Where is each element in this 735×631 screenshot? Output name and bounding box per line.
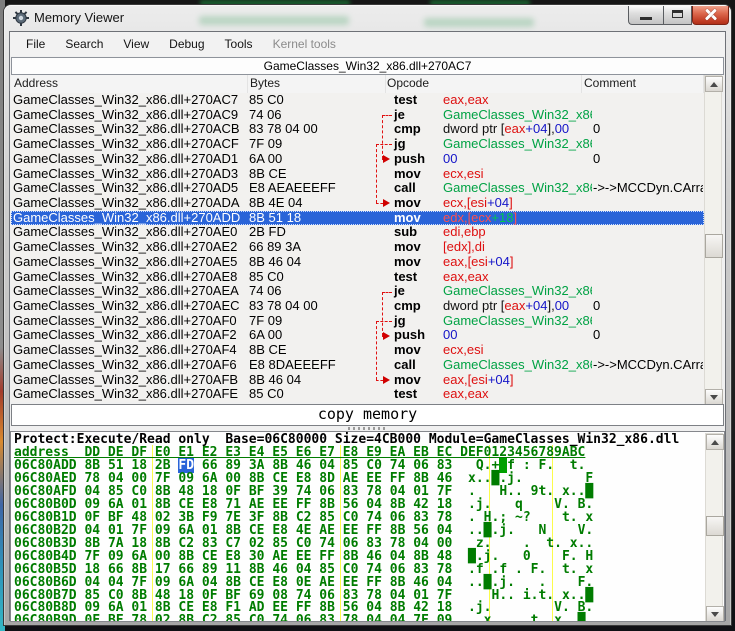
scroll-up-button[interactable] (705, 76, 723, 92)
jump-line (376, 321, 392, 322)
maximize-icon (672, 10, 683, 18)
address-bar[interactable]: GameClasses_Win32_x86.dll+270AC7 (11, 57, 724, 75)
disasm-row[interactable]: GameClasses_Win32_x86.dll+270AC785 C0tes… (11, 93, 704, 108)
disasm-row[interactable]: GameClasses_Win32_x86.dll+270AF07F 09jgG… (11, 314, 704, 329)
hex-panel[interactable]: Protect:Execute/Read only Base=06C80000 … (10, 431, 725, 622)
disasm-row[interactable]: GameClasses_Win32_x86.dll+270AD38B CEmov… (11, 167, 704, 182)
caption-buttons (628, 6, 729, 25)
menu-item-view[interactable]: View (113, 37, 159, 51)
scrollbar-thumb[interactable] (706, 516, 724, 536)
column-header-address[interactable]: Address (11, 75, 248, 93)
hex-row[interactable]: 06C80B3D 8B 7A 18 8B C2 83 C7 02 85 C0 7… (14, 537, 593, 550)
close-button[interactable] (692, 6, 729, 25)
disasm-row[interactable]: GameClasses_Win32_x86.dll+270AE266 89 3A… (11, 240, 704, 255)
column-header-opcode[interactable]: Opcode (386, 75, 582, 93)
disasm-column-headers: Address Bytes Opcode Comment (11, 75, 704, 94)
jump-line (376, 144, 377, 203)
menu-item-kernel-tools: Kernel tools (263, 37, 346, 51)
menu-item-file[interactable]: File (16, 37, 55, 51)
jump-line (376, 380, 383, 381)
hex-row[interactable]: 06C80AFD 04 85 C0 8B 48 18 0F BF 39 74 0… (14, 485, 593, 498)
arrow-up-icon (711, 440, 719, 445)
disasm-row[interactable]: GameClasses_Win32_x86.dll+270AC974 06jeG… (11, 108, 704, 123)
disasm-row[interactable]: GameClasses_Win32_x86.dll+270AF48B CEmov… (11, 343, 704, 358)
maximize-button[interactable] (663, 6, 692, 25)
disasm-row[interactable]: GameClasses_Win32_x86.dll+270AE58B 46 04… (11, 255, 704, 270)
minimize-icon (640, 17, 652, 20)
arrow-down-icon (711, 612, 719, 617)
window-title: Memory Viewer (34, 5, 124, 30)
memory-viewer-window: Memory Viewer File Search View Debug Too… (4, 5, 731, 625)
jump-line (376, 144, 392, 145)
menu-item-debug[interactable]: Debug (159, 37, 214, 51)
jump-line (383, 376, 390, 384)
copy-memory-button[interactable]: copy memory (11, 404, 724, 426)
disasm-row[interactable]: GameClasses_Win32_x86.dll+270AFE85 C0tes… (11, 387, 704, 402)
hex-row[interactable]: 06C80B6D 04 04 7F 09 6A 04 8B CE E8 0E A… (14, 576, 593, 589)
client-area: File Search View Debug Tools Kernel tool… (9, 31, 726, 621)
column-header-bytes[interactable]: Bytes (248, 75, 386, 93)
scrollbar-thumb[interactable] (705, 234, 723, 258)
disasm-row[interactable]: GameClasses_Win32_x86.dll+270AEA74 06jeG… (11, 284, 704, 299)
hex-row[interactable]: 06C80B5D 18 66 8B 17 66 89 11 8B 46 04 8… (14, 563, 593, 576)
jump-line (383, 199, 390, 207)
arrow-down-icon (710, 395, 718, 400)
hex-row[interactable]: 06C80B4D 7F 09 6A 00 8B CE E8 30 AE EE F… (14, 550, 593, 563)
disasm-scrollbar[interactable] (704, 75, 722, 406)
jump-line (382, 115, 383, 159)
minimize-button[interactable] (628, 6, 663, 25)
disasm-row[interactable]: GameClasses_Win32_x86.dll+270AD5E8 AEAEE… (11, 181, 704, 196)
hex-row[interactable]: 06C80B1D 0F BF 48 02 3B F9 7E 3F 8B C2 8… (14, 511, 593, 524)
disasm-row[interactable]: GameClasses_Win32_x86.dll+270AD16A 00pus… (11, 152, 704, 167)
disasm-row[interactable]: GameClasses_Win32_x86.dll+270AE885 C0tes… (11, 270, 704, 285)
menu-item-tools[interactable]: Tools (215, 37, 263, 51)
menu-bar: File Search View Debug Tools Kernel tool… (10, 32, 725, 56)
disasm-row[interactable]: GameClasses_Win32_x86.dll+270ADA8B 4E 04… (11, 196, 704, 211)
disasm-row[interactable]: GameClasses_Win32_x86.dll+270ACB83 78 04… (11, 122, 704, 137)
scroll-down-button[interactable] (706, 606, 724, 622)
hex-row[interactable]: 06C80B2D 04 01 7F 09 6A 01 8B CE E8 4E A… (14, 524, 593, 537)
hex-row[interactable]: 06C80B0D 09 6A 01 8B CE E8 71 AE EE FF 8… (14, 498, 593, 511)
disasm-row[interactable]: GameClasses_Win32_x86.dll+270AFB8B 46 04… (11, 373, 704, 388)
jump-line (382, 115, 392, 116)
hex-row[interactable]: 06C80AED 78 04 00 7F 09 6A 00 8B CE E8 8… (14, 472, 593, 485)
column-header-comment[interactable]: Comment (582, 75, 704, 93)
disasm-row[interactable]: GameClasses_Win32_x86.dll+270AF26A 00pus… (11, 328, 704, 343)
scroll-down-button[interactable] (705, 389, 723, 405)
arrow-up-icon (710, 82, 718, 87)
menu-item-search[interactable]: Search (55, 37, 113, 51)
title-bar[interactable]: Memory Viewer (4, 5, 731, 31)
glass-reflection (199, 16, 349, 25)
glass-reflection (424, 18, 534, 27)
disasm-row[interactable]: GameClasses_Win32_x86.dll+270AF6E8 8DAEE… (11, 358, 704, 373)
jump-line (383, 332, 390, 340)
disasm-row[interactable]: GameClasses_Win32_x86.dll+270ADD8B 51 18… (11, 211, 704, 226)
hex-scrollbar[interactable] (705, 433, 723, 621)
disasm-row[interactable]: GameClasses_Win32_x86.dll+270ACF7F 09jgG… (11, 137, 704, 152)
jump-line (382, 292, 392, 293)
scroll-up-button[interactable] (706, 434, 724, 450)
splitter-handle[interactable] (348, 427, 388, 430)
jump-line (383, 155, 390, 163)
hex-row[interactable]: 06C80B9D 0F BF 78 02 8B C2 85 C0 74 06 8… (14, 614, 593, 622)
disasm-row[interactable]: GameClasses_Win32_x86.dll+270AE02B FDsub… (11, 225, 704, 240)
app-icon (13, 10, 29, 26)
jump-line (376, 321, 377, 380)
disasm-row[interactable]: GameClasses_Win32_x86.dll+270AEC83 78 04… (11, 299, 704, 314)
jump-line (382, 292, 383, 336)
jump-line (376, 203, 383, 204)
disasm-list[interactable]: GameClasses_Win32_x86.dll+270AC785 C0tes… (11, 93, 704, 402)
